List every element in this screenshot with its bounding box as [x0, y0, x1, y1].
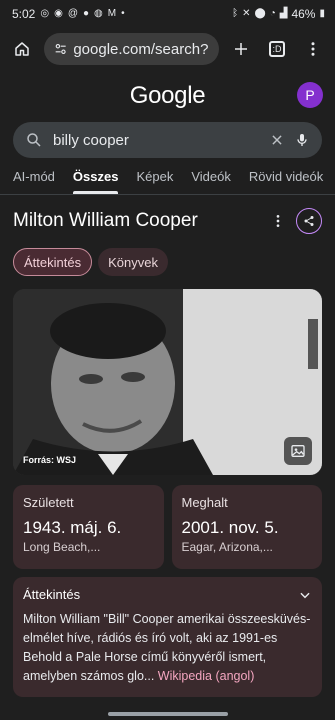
- portrait-illustration: [13, 289, 322, 475]
- battery-text: 46%: [291, 7, 316, 21]
- facts-row: Született 1943. máj. 6. Long Beach,... M…: [13, 485, 322, 569]
- knowledge-panel-header: Milton William Cooper: [0, 195, 335, 247]
- status-bar: 5:02 ◎ ◉ @ ● ◍ M • ᛒ ✕ ⬤ ◔ ▟ 46% ▮: [0, 0, 335, 28]
- new-tab-button[interactable]: [227, 35, 255, 63]
- status-time: 5:02: [12, 7, 36, 21]
- battery-icon: ▮: [319, 8, 325, 19]
- more-vert-icon[interactable]: [270, 213, 286, 229]
- chevron-down-icon[interactable]: [298, 588, 312, 602]
- died-label: Meghalt: [181, 495, 228, 510]
- instagram-icon: ◎: [40, 8, 50, 19]
- tab-short-videos[interactable]: Rövid videók: [249, 158, 323, 194]
- died-place: Eagar, Arizona,...: [181, 540, 273, 554]
- tab-label: Összes: [72, 168, 119, 184]
- share-icon: [304, 216, 314, 226]
- url-text: google.com/search?c: [73, 40, 209, 58]
- menu-button[interactable]: [299, 35, 327, 63]
- panel-chips: Áttekintés Könyvek: [0, 247, 335, 277]
- born-place: Long Beach,...: [23, 540, 101, 554]
- home-icon: [15, 42, 29, 56]
- born-card[interactable]: Született 1943. máj. 6. Long Beach,...: [13, 485, 164, 569]
- tab-videos[interactable]: Videók: [191, 158, 231, 194]
- tab-label: Rövid videók: [248, 168, 324, 184]
- microphone-icon[interactable]: [294, 131, 310, 149]
- view-images-button[interactable]: [284, 437, 312, 465]
- entity-title: Milton William Cooper: [13, 210, 198, 231]
- more-vert-icon: [311, 42, 315, 56]
- reddit-icon: ●: [82, 8, 90, 19]
- overview-text-block: Milton William "Bill" Cooper amerikai ös…: [23, 610, 312, 686]
- mute-icon: ✕: [242, 8, 251, 19]
- photo-credit: Forrás: WSJ: [23, 455, 77, 465]
- wikipedia-link[interactable]: Wikipedia (angol): [158, 669, 255, 683]
- facebook-icon: ◍: [94, 8, 103, 19]
- tab-label: Videók: [191, 168, 231, 184]
- threads-icon: @: [67, 8, 78, 19]
- search-icon: [27, 133, 41, 147]
- tab-label: Képek: [136, 168, 174, 184]
- avatar-letter: P: [305, 87, 315, 103]
- search-input[interactable]: billy cooper: [53, 132, 260, 149]
- search-box[interactable]: billy cooper: [13, 122, 322, 158]
- died-card[interactable]: Meghalt 2001. nov. 5. Eagar, Arizona,...: [171, 485, 322, 569]
- bluetooth-icon: ᛒ: [232, 8, 239, 19]
- tab-all[interactable]: Összes: [72, 158, 119, 194]
- gmail-icon: M: [107, 8, 117, 19]
- google-logo[interactable]: Google: [130, 82, 206, 110]
- overview-header[interactable]: Áttekintés: [23, 587, 312, 602]
- messenger-icon: ◉: [54, 8, 63, 19]
- clear-icon[interactable]: [270, 133, 284, 147]
- tab-switcher-button[interactable]: :D: [263, 35, 291, 63]
- tab-label: AI-mód: [13, 168, 55, 184]
- died-date: 2001. nov. 5.: [181, 518, 279, 537]
- born-date: 1943. máj. 6.: [23, 518, 122, 537]
- plus-icon: [235, 43, 247, 55]
- signal-icon: ▟: [279, 8, 288, 19]
- status-left: 5:02 ◎ ◉ @ ● ◍ M •: [12, 7, 125, 21]
- avatar[interactable]: P: [297, 82, 323, 108]
- overview-title: Áttekintés: [23, 587, 81, 602]
- gesture-bar[interactable]: [107, 712, 228, 716]
- chip-label: Könyvek: [108, 254, 158, 270]
- chip-label: Áttekintés: [24, 254, 82, 270]
- google-header: Google P: [0, 70, 335, 122]
- tab-ai-mode[interactable]: AI-mód: [13, 158, 55, 194]
- home-button[interactable]: [8, 35, 36, 63]
- share-button[interactable]: [296, 208, 322, 234]
- tab-count: :D: [269, 41, 285, 57]
- location-icon: ⬤: [254, 8, 266, 19]
- search-tabs: AI-mód Összes Képek Videók Rövid videók: [0, 158, 335, 195]
- image-icon: [291, 445, 305, 457]
- tab-images[interactable]: Képek: [136, 158, 173, 194]
- browser-toolbar: google.com/search?c :D: [0, 28, 335, 70]
- chip-overview[interactable]: Áttekintés: [13, 248, 93, 276]
- chip-books[interactable]: Könyvek: [98, 248, 168, 276]
- site-settings-icon[interactable]: [54, 42, 67, 56]
- born-label: Született: [23, 495, 74, 510]
- dot-icon: •: [121, 8, 125, 19]
- address-bar[interactable]: google.com/search?c: [44, 33, 219, 65]
- status-right: ᛒ ✕ ⬤ ◔ ▟ 46% ▮: [232, 7, 325, 21]
- wifi-icon: ◔: [269, 8, 276, 19]
- overview-card: Áttekintés Milton William "Bill" Cooper …: [13, 577, 322, 697]
- entity-photo[interactable]: Forrás: WSJ: [13, 289, 322, 475]
